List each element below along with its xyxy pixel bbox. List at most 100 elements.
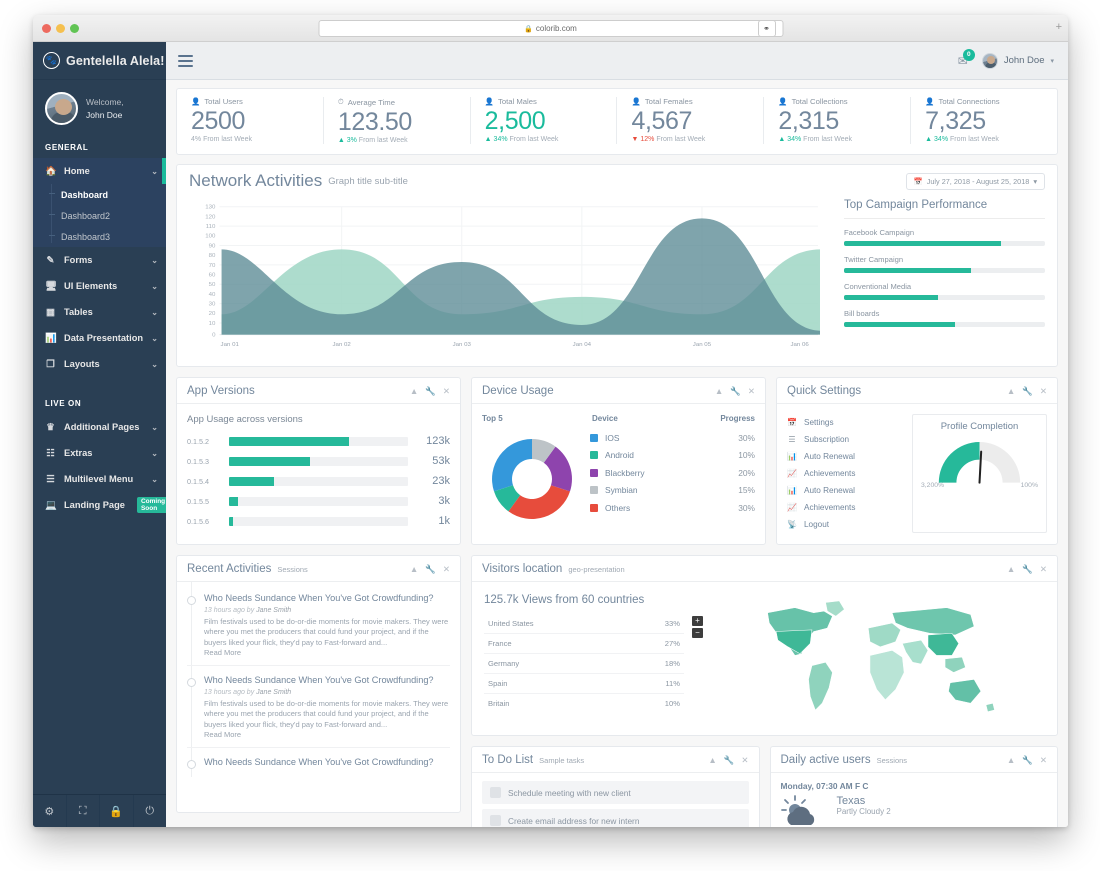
chevron-up-icon[interactable]: ▲ <box>708 755 716 766</box>
close-window-button[interactable] <box>42 24 51 33</box>
sidebar-item-home[interactable]: 🏠 Home ⌄ <box>33 158 166 184</box>
gauge-title: Profile Completion <box>940 421 1019 432</box>
device-table-header: Top 5 Device Progress <box>482 414 755 423</box>
svg-text:Jan 06: Jan 06 <box>790 342 809 348</box>
read-more-link[interactable]: Read More <box>204 730 450 739</box>
close-icon[interactable]: ✕ <box>1040 755 1047 766</box>
avatar <box>45 92 78 125</box>
chevron-up-icon[interactable]: ▲ <box>715 386 723 397</box>
wrench-icon[interactable]: 🔧 <box>1022 386 1033 397</box>
tile-delta-text: From last Week <box>203 136 252 143</box>
window-traffic-lights[interactable] <box>42 24 79 33</box>
sidebar-item-data-presentation[interactable]: 📊 Data Presentation ⌄ <box>33 325 166 351</box>
tile-delta-pct: 34% <box>493 136 508 143</box>
country-value: 18% <box>664 659 680 668</box>
campaign-row: Twitter Campaign <box>844 255 1045 273</box>
svg-text:80: 80 <box>209 253 216 259</box>
chevron-up-icon[interactable]: ▲ <box>1007 386 1015 397</box>
quick-setting-auto-renewal-2[interactable]: 📊 Auto Renewal <box>787 482 902 499</box>
chevron-up-icon[interactable]: ▲ <box>410 386 418 397</box>
chevron-up-icon[interactable]: ▲ <box>1007 755 1015 766</box>
list-item[interactable]: Who Needs Sundance When You've Got Crowd… <box>187 584 450 666</box>
chevron-up-icon[interactable]: ▲ <box>1007 564 1015 575</box>
menu-section-general: GENERAL <box>45 143 89 152</box>
close-icon[interactable]: ✕ <box>1040 564 1047 575</box>
map-zoom-in-button[interactable]: + <box>692 616 703 626</box>
panel-subtitle: Graph title sub-title <box>328 175 408 187</box>
wrench-icon[interactable]: 🔧 <box>724 755 735 766</box>
campaign-row: Facebook Campaign <box>844 228 1045 246</box>
brand[interactable]: 🐾 Gentelella Alela! <box>33 42 166 80</box>
sidebar-submenu-home: Dashboard Dashboard2 Dashboard3 <box>33 184 166 247</box>
tile-header: 👤 Total Females <box>631 97 749 106</box>
quick-setting-achievements-2[interactable]: 📈 Achievements <box>787 499 902 516</box>
checkbox[interactable] <box>490 787 501 798</box>
list-item[interactable]: Who Needs Sundance When You've Got Crowd… <box>187 748 450 777</box>
wrench-icon[interactable]: 🔧 <box>1022 755 1033 766</box>
campaign-label: Facebook Campaign <box>844 228 915 237</box>
address-bar[interactable]: 🔒 colorib.com ↻ <box>318 20 783 37</box>
power-icon[interactable]: ⏻ <box>134 795 167 827</box>
hierarchy-icon: ☰ <box>46 473 55 485</box>
new-tab-button[interactable]: + <box>1056 21 1062 33</box>
quick-setting-auto-renewal[interactable]: 📊 Auto Renewal <box>787 448 902 465</box>
list-item[interactable]: Who Needs Sundance When You've Got Crowd… <box>187 666 450 748</box>
shield-icon[interactable]: ⚭ <box>757 20 776 37</box>
close-icon[interactable]: ✕ <box>1040 386 1047 397</box>
world-map[interactable] <box>712 594 1045 727</box>
quick-setting-settings[interactable]: 📅 Settings <box>787 414 902 431</box>
close-icon[interactable]: ✕ <box>443 386 450 397</box>
chevron-up-icon[interactable]: ▲ <box>410 564 418 575</box>
svg-text:Jan 04: Jan 04 <box>573 342 592 348</box>
tile-delta-text: From last Week <box>950 136 999 143</box>
minimize-window-button[interactable] <box>56 24 65 33</box>
calendar-icon: 📅 <box>913 176 923 186</box>
envelope-icon[interactable]: ✉ 0 <box>958 48 975 68</box>
read-more-link[interactable]: Read More <box>204 648 450 657</box>
wrench-icon[interactable]: 🔧 <box>425 564 436 575</box>
wrench-icon[interactable]: 🔧 <box>425 386 436 397</box>
sidebar-item-layouts[interactable]: ❐ Layouts ⌄ <box>33 351 166 377</box>
sidebar-item-tables[interactable]: ▦ Tables ⌄ <box>33 299 166 325</box>
network-area-chart: 130 120 110 100 90 80 70 60 50 40 30 20 10 0 <box>189 199 823 354</box>
todo-list-panel: To Do List Sample tasks ▲ 🔧 ✕ Schedule m… <box>471 746 760 827</box>
wrench-icon[interactable]: 🔧 <box>730 386 741 397</box>
trend-up-icon: ▲ <box>484 136 492 143</box>
maximize-window-button[interactable] <box>70 24 79 33</box>
list-item[interactable]: Create email address for new intern <box>482 809 749 827</box>
sidebar-item-dashboard2[interactable]: Dashboard2 <box>33 205 166 226</box>
lock-icon: 🔒 <box>524 25 533 33</box>
quick-setting-achievements[interactable]: 📈 Achievements <box>787 465 902 482</box>
legend-label: IOS <box>605 432 620 443</box>
signal-icon: 📡 <box>787 520 797 529</box>
panel-tools: ▲ 🔧 ✕ <box>1007 564 1047 575</box>
quick-setting-subscription[interactable]: ☰ Subscription <box>787 431 902 448</box>
sidebar-item-extras[interactable]: ☷ Extras ⌄ <box>33 440 166 466</box>
sidebar-item-ui-elements[interactable]: 🖥 UI Elements ⌄ <box>33 273 166 299</box>
sidebar-item-multilevel-menu[interactable]: ☰ Multilevel Menu ⌄ <box>33 466 166 492</box>
sidebar-item-landing-page[interactable]: 💻 Landing Page Coming Soon <box>33 492 170 518</box>
sidebar-item-label: Data Presentation <box>64 333 144 343</box>
sidebar-item-dashboard[interactable]: Dashboard <box>33 184 166 205</box>
user-menu[interactable]: John Doe ▾ <box>981 52 1054 69</box>
svg-text:Jan 01: Jan 01 <box>221 342 240 348</box>
sidebar-item-dashboard3[interactable]: Dashboard3 <box>33 226 166 247</box>
region-united-states <box>775 629 813 655</box>
date-range-picker[interactable]: 📅 July 27, 2018 - August 25, 2018 ▾ <box>905 172 1045 190</box>
hamburger-menu-icon[interactable] <box>178 54 193 67</box>
sidebar-item-forms[interactable]: ✎ Forms ⌄ <box>33 247 166 273</box>
checkbox[interactable] <box>490 815 501 826</box>
close-icon[interactable]: ✕ <box>443 564 450 575</box>
region-africa <box>869 650 905 701</box>
map-zoom-out-button[interactable]: − <box>692 628 703 638</box>
close-icon[interactable]: ✕ <box>748 386 755 397</box>
sidebar-item-additional-pages[interactable]: ♛ Additional Pages ⌄ <box>33 414 166 440</box>
close-icon[interactable]: ✕ <box>741 755 748 766</box>
wrench-icon[interactable]: 🔧 <box>1022 564 1033 575</box>
list-item[interactable]: Schedule meeting with new client <box>482 781 749 804</box>
table-row: France 27% <box>484 634 684 654</box>
quick-setting-logout[interactable]: 📡 Logout <box>787 516 902 533</box>
fullscreen-icon[interactable]: ⛶ <box>67 795 100 827</box>
gear-icon[interactable]: ⚙ <box>33 795 67 827</box>
lock-icon[interactable]: 🔒 <box>100 795 134 827</box>
